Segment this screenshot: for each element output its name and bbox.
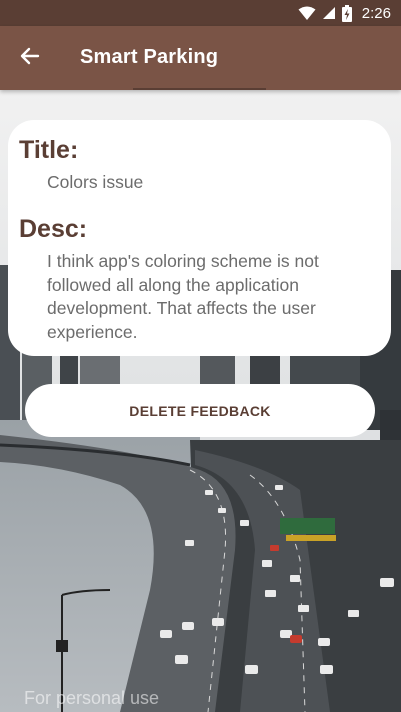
status-time: 2:26 bbox=[361, 4, 391, 22]
feedback-card: Title: Colors issue Desc: I think app's … bbox=[8, 120, 391, 356]
back-button[interactable] bbox=[14, 42, 46, 74]
feedback-title-label: Title: bbox=[19, 136, 79, 164]
cell-signal-icon bbox=[322, 6, 336, 20]
tab-indicator bbox=[133, 88, 266, 90]
feedback-desc-value: I think app's coloring scheme is not fol… bbox=[47, 251, 319, 342]
status-bar: 2:26 bbox=[0, 0, 401, 26]
arrow-back-icon bbox=[20, 46, 40, 71]
delete-feedback-button[interactable]: DELETE FEEDBACK bbox=[25, 384, 375, 437]
battery-charging-icon bbox=[341, 4, 352, 22]
app-title: Smart Parking bbox=[80, 46, 219, 68]
wifi-icon bbox=[298, 6, 316, 21]
feedback-title-value: Colors issue bbox=[47, 172, 144, 192]
feedback-desc-label: Desc: bbox=[19, 215, 88, 243]
watermark-text: For personal use bbox=[24, 688, 160, 708]
status-icons: 2:26 bbox=[298, 4, 391, 22]
app-bar: Smart Parking bbox=[0, 26, 401, 90]
